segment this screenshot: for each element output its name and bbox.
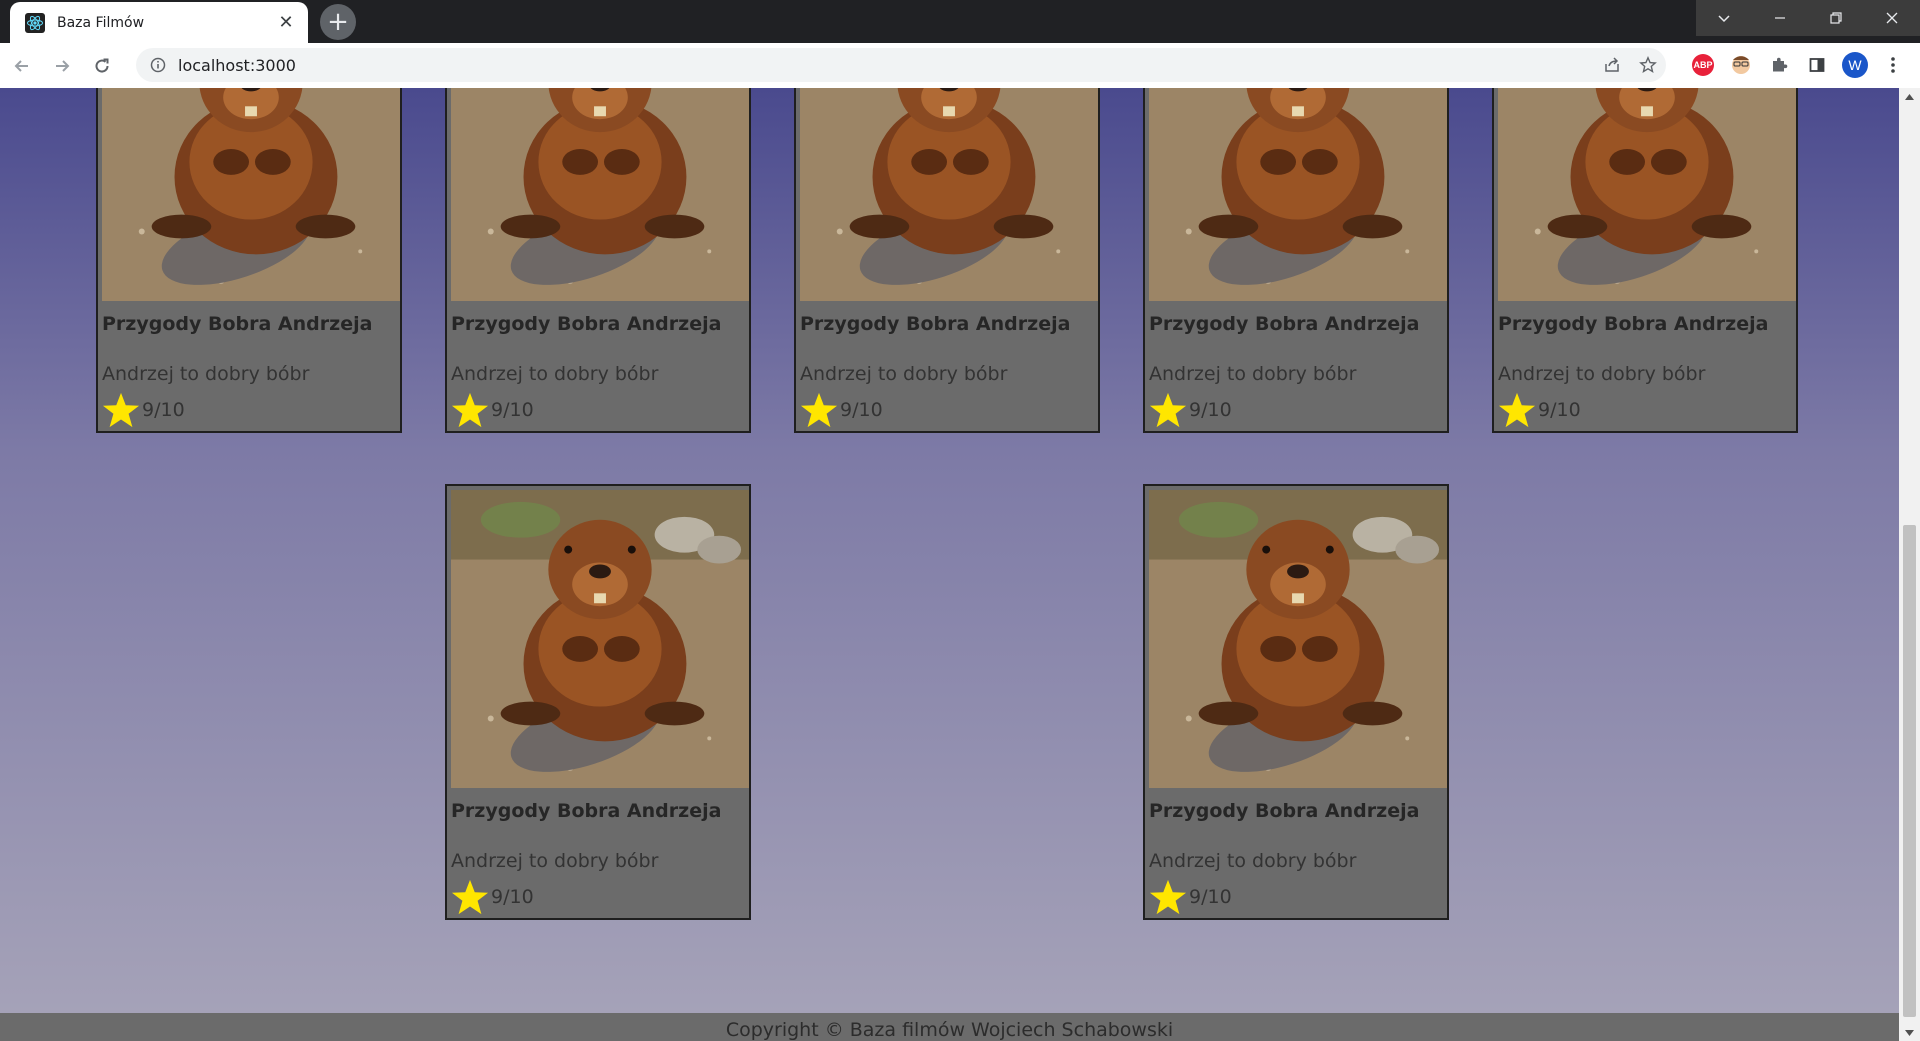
tab-search-icon[interactable] xyxy=(1696,0,1752,36)
star-icon xyxy=(451,392,489,428)
forward-arrow-icon[interactable] xyxy=(44,48,80,84)
puzzle-extensions-icon[interactable] xyxy=(1760,48,1798,82)
browser-tab[interactable]: Baza Filmów ✕ xyxy=(10,2,308,43)
movie-card[interactable]: Przygody Bobra Andrzeja Andrzej to dobry… xyxy=(1143,88,1449,433)
movie-description: Andrzej to dobry bóbr xyxy=(1149,363,1357,385)
react-logo-icon xyxy=(25,12,45,33)
page-footer: Copyright © Baza filmów Wojciech Schabow… xyxy=(0,1013,1899,1041)
movie-rating: 9/10 xyxy=(451,391,534,429)
movie-rating: 9/10 xyxy=(800,391,883,429)
beaver-image xyxy=(451,88,749,301)
new-tab-button[interactable]: + xyxy=(320,4,356,40)
rating-value: 9/10 xyxy=(491,886,534,908)
movie-rating: 9/10 xyxy=(451,878,534,916)
movie-rating: 9/10 xyxy=(1498,391,1581,429)
movie-title: Przygody Bobra Andrzeja xyxy=(1149,800,1420,822)
window-controls xyxy=(1696,0,1920,36)
movie-description: Andrzej to dobry bóbr xyxy=(1149,850,1357,872)
share-icon[interactable] xyxy=(1594,48,1630,82)
star-icon xyxy=(1149,392,1187,428)
bookmark-star-icon[interactable] xyxy=(1630,48,1666,82)
side-panel-icon[interactable] xyxy=(1798,48,1836,82)
movie-card[interactable]: Przygody Bobra Andrzeja Andrzej to dobry… xyxy=(445,484,751,920)
reload-icon[interactable] xyxy=(84,48,120,84)
movie-card[interactable]: Przygody Bobra Andrzeja Andrzej to dobry… xyxy=(1492,88,1798,433)
movie-description: Andrzej to dobry bóbr xyxy=(800,363,1008,385)
rating-value: 9/10 xyxy=(491,399,534,421)
address-bar[interactable]: localhost:3000 xyxy=(136,48,1666,82)
movie-card[interactable]: Przygody Bobra Andrzeja Andrzej to dobry… xyxy=(445,88,751,433)
menu-kebab-icon[interactable] xyxy=(1874,48,1912,82)
beaver-image xyxy=(102,88,400,301)
page-viewport: Przygody Bobra Andrzeja Andrzej to dobry… xyxy=(0,88,1899,1041)
beaver-image xyxy=(1149,490,1447,788)
movie-description: Andrzej to dobry bóbr xyxy=(1498,363,1706,385)
minimize-icon[interactable] xyxy=(1752,0,1808,36)
adblock-extension-icon[interactable]: ABP xyxy=(1684,48,1722,82)
beaver-image xyxy=(800,88,1098,301)
movie-title: Przygody Bobra Andrzeja xyxy=(451,800,722,822)
movie-rating: 9/10 xyxy=(1149,391,1232,429)
tab-title: Baza Filmów xyxy=(57,14,145,31)
movie-rating: 9/10 xyxy=(1149,878,1232,916)
movie-card[interactable]: Przygody Bobra Andrzeja Andrzej to dobry… xyxy=(794,88,1100,433)
movie-card[interactable]: Przygody Bobra Andrzeja Andrzej to dobry… xyxy=(1143,484,1449,920)
star-icon xyxy=(102,392,140,428)
rating-value: 9/10 xyxy=(1189,399,1232,421)
beaver-image xyxy=(1149,88,1447,301)
copyright-text: Copyright © Baza filmów Wojciech Schabow… xyxy=(725,1019,1174,1041)
extensions-area: ABP W xyxy=(1684,48,1912,82)
movie-rating: 9/10 xyxy=(102,391,185,429)
rating-value: 9/10 xyxy=(1189,886,1232,908)
back-arrow-icon[interactable] xyxy=(4,48,40,84)
star-icon xyxy=(451,879,489,915)
rating-value: 9/10 xyxy=(1538,399,1581,421)
movie-title: Przygody Bobra Andrzeja xyxy=(800,313,1071,335)
star-icon xyxy=(800,392,838,428)
beaver-image xyxy=(1498,88,1796,301)
browser-tabstrip: Baza Filmów ✕ + xyxy=(0,0,1920,43)
scrollbar-thumb[interactable] xyxy=(1903,525,1916,1017)
restore-icon[interactable] xyxy=(1808,0,1864,36)
face-extension-icon[interactable] xyxy=(1722,48,1760,82)
movie-card[interactable]: Przygody Bobra Andrzeja Andrzej to dobry… xyxy=(96,88,402,433)
browser-toolbar: localhost:3000 ABP W xyxy=(0,43,1920,89)
movie-title: Przygody Bobra Andrzeja xyxy=(1149,313,1420,335)
close-window-icon[interactable] xyxy=(1864,0,1920,36)
rating-value: 9/10 xyxy=(840,399,883,421)
star-icon xyxy=(1149,879,1187,915)
movie-description: Andrzej to dobry bóbr xyxy=(451,850,659,872)
rating-value: 9/10 xyxy=(142,399,185,421)
movie-title: Przygody Bobra Andrzeja xyxy=(451,313,722,335)
beaver-image xyxy=(451,490,749,788)
url-text[interactable]: localhost:3000 xyxy=(178,56,1594,75)
site-info-icon[interactable] xyxy=(148,55,168,75)
profile-avatar[interactable]: W xyxy=(1836,48,1874,82)
movie-title: Przygody Bobra Andrzeja xyxy=(102,313,373,335)
page-scrollbar[interactable] xyxy=(1899,88,1920,1041)
adblock-label: ABP xyxy=(1692,54,1714,76)
tab-close-icon[interactable]: ✕ xyxy=(272,9,300,37)
profile-initial: W xyxy=(1842,52,1868,78)
movie-description: Andrzej to dobry bóbr xyxy=(451,363,659,385)
movie-title: Przygody Bobra Andrzeja xyxy=(1498,313,1769,335)
star-icon xyxy=(1498,392,1536,428)
scroll-down-arrow-icon[interactable] xyxy=(1899,1024,1920,1041)
scroll-up-arrow-icon[interactable] xyxy=(1899,88,1920,105)
movie-description: Andrzej to dobry bóbr xyxy=(102,363,310,385)
